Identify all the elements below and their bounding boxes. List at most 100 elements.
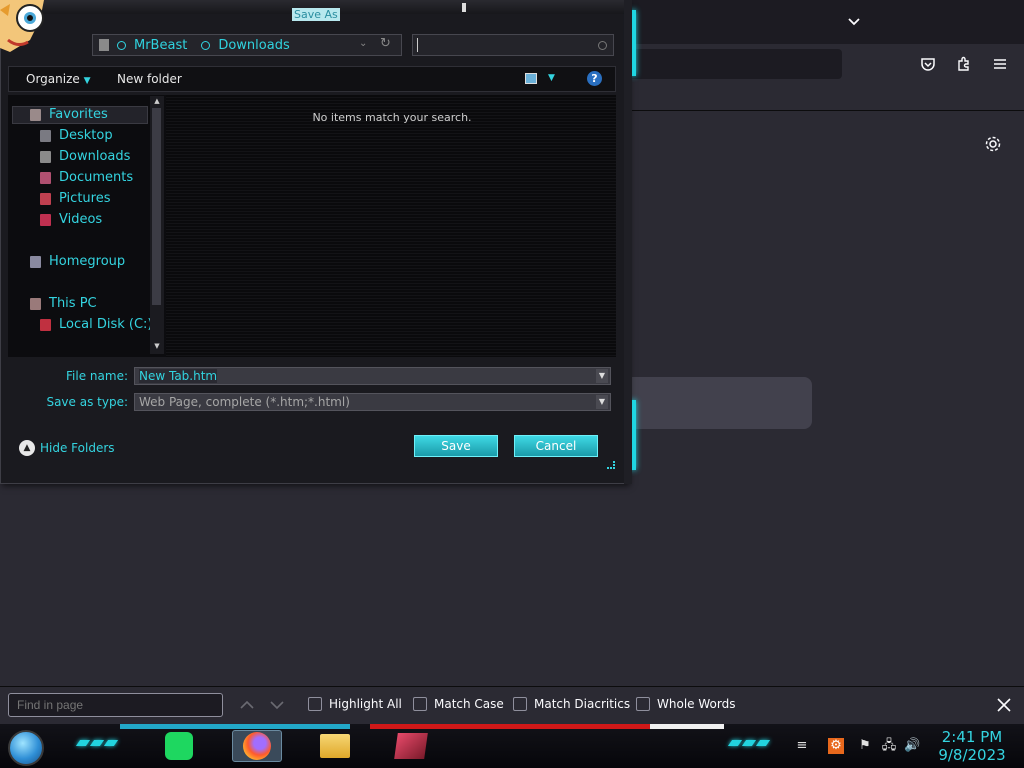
- hide-folders-label: Hide Folders: [40, 441, 115, 455]
- match-case-box: [413, 697, 427, 711]
- tray-flag-icon[interactable]: ⚑: [857, 738, 873, 754]
- tray-stripes-icon[interactable]: ≡: [794, 738, 810, 754]
- search-input[interactable]: [412, 34, 614, 56]
- hide-folders-button[interactable]: ▲ Hide Folders: [19, 440, 115, 456]
- save-as-type-dropdown-icon[interactable]: ▼: [596, 395, 608, 409]
- cancel-button[interactable]: Cancel: [514, 435, 598, 457]
- file-name-value: New Tab.htm: [139, 369, 218, 383]
- address-dropdown-chevron-icon[interactable]: ⌄: [359, 38, 367, 49]
- computer-icon: [30, 297, 41, 310]
- organize-button[interactable]: Organize ▼: [26, 72, 91, 86]
- save-button[interactable]: Save: [414, 435, 498, 457]
- taskbar-file-explorer-icon[interactable]: [310, 730, 360, 762]
- nav-downloads[interactable]: Downloads: [40, 149, 130, 164]
- nav-scroll-thumb[interactable]: [152, 108, 161, 305]
- search-card[interactable]: [630, 377, 812, 429]
- taskbar-firefox-icon[interactable]: [232, 730, 282, 762]
- disk-icon: [40, 318, 51, 331]
- tab-list-chevron-down-icon[interactable]: [844, 12, 864, 32]
- nav-desktop-label: Desktop: [59, 128, 113, 143]
- downloads-icon: [40, 150, 51, 163]
- videos-icon: [40, 213, 51, 226]
- match-diacritics-checkbox[interactable]: Match Diacritics: [513, 697, 630, 711]
- view-icon[interactable]: [525, 73, 537, 84]
- close-find-bar-close-icon[interactable]: [995, 696, 1013, 714]
- breadcrumb-downloads[interactable]: Downloads: [218, 38, 289, 53]
- file-name-label: File name:: [66, 369, 128, 383]
- breadcrumb-separator: [201, 40, 211, 50]
- firefox-logo: [243, 732, 271, 760]
- save-as-type-select[interactable]: Web Page, complete (*.htm;*.html) ▼: [134, 393, 611, 411]
- find-previous-up-arrow-icon[interactable]: [238, 697, 256, 713]
- tray-app-icon[interactable]: ⚙: [828, 738, 844, 754]
- clock-time: 2:41 PM: [941, 728, 1003, 746]
- dialog-title: Save As: [292, 8, 340, 21]
- favorites-star-icon: [30, 108, 41, 121]
- nav-videos-label: Videos: [59, 212, 103, 227]
- start-button[interactable]: [8, 730, 44, 766]
- nav-homegroup-label: Homegroup: [49, 254, 126, 269]
- clock-date: 9/8/2023: [938, 746, 1006, 764]
- mascot-avatar: [0, 0, 54, 56]
- whole-words-box: [636, 697, 650, 711]
- taskbar-clock[interactable]: 2:41 PM 9/8/2023: [932, 728, 1012, 764]
- find-next-down-arrow-icon[interactable]: [268, 697, 286, 713]
- folder-logo: [320, 734, 350, 758]
- pocket-icon[interactable]: [914, 50, 942, 78]
- command-bar: Organize ▼ New folder ▼ ?: [8, 66, 616, 92]
- match-diacritics-box: [513, 697, 527, 711]
- url-bar[interactable]: [630, 49, 842, 79]
- desktop-icon: [40, 129, 51, 142]
- taskbar-app-red-icon[interactable]: [386, 730, 436, 762]
- new-folder-button[interactable]: New folder: [117, 72, 182, 86]
- file-name-field[interactable]: New Tab.htm ▼: [134, 367, 611, 385]
- nav-documents[interactable]: Documents: [40, 170, 133, 185]
- file-name-dropdown-icon[interactable]: ▼: [596, 369, 608, 383]
- organize-dropdown-icon: ▼: [83, 76, 91, 86]
- pictures-icon: [40, 192, 51, 205]
- whole-words-checkbox[interactable]: Whole Words: [636, 697, 735, 711]
- address-bar[interactable]: MrBeast Downloads ⌄ ↻: [92, 34, 402, 56]
- settings-icon[interactable]: [979, 130, 1007, 158]
- spotify-logo: [165, 732, 193, 760]
- extensions-icon[interactable]: [950, 50, 978, 78]
- taskbar-spotify-icon[interactable]: [154, 730, 204, 762]
- file-list-pane[interactable]: [166, 95, 616, 357]
- nav-this-pc[interactable]: This PC: [30, 296, 97, 311]
- scroll-up-arrow-icon[interactable]: ▲: [152, 97, 162, 106]
- organize-label: Organize: [26, 72, 80, 86]
- search-icon[interactable]: [598, 41, 607, 50]
- empty-results-message: No items match your search.: [312, 111, 472, 124]
- nav-pictures[interactable]: Pictures: [40, 191, 110, 206]
- highlight-all-checkbox[interactable]: Highlight All: [308, 697, 402, 711]
- menu-icon[interactable]: [986, 50, 1014, 78]
- refresh-icon[interactable]: ↻: [380, 36, 391, 51]
- nav-desktop[interactable]: Desktop: [40, 128, 113, 143]
- nav-homegroup[interactable]: Homegroup: [30, 254, 125, 269]
- tray-network-icon[interactable]: 🖧: [881, 738, 897, 754]
- folder-icon: [99, 39, 109, 51]
- nav-local-disk[interactable]: Local Disk (C:): [40, 317, 152, 332]
- nav-favorites-label: Favorites: [49, 107, 108, 122]
- scroll-down-arrow-icon[interactable]: ▼: [152, 342, 162, 351]
- help-icon[interactable]: ?: [587, 71, 602, 86]
- whole-words-label: Whole Words: [657, 697, 736, 711]
- nav-videos[interactable]: Videos: [40, 212, 102, 227]
- match-case-checkbox[interactable]: Match Case: [413, 697, 504, 711]
- firefox-titlebar: [630, 0, 1024, 44]
- nav-favorites[interactable]: Favorites: [30, 107, 108, 122]
- find-in-page-input[interactable]: [8, 693, 223, 717]
- nav-local-disk-label: Local Disk (C:): [59, 317, 153, 332]
- resize-grip-icon[interactable]: [607, 461, 615, 469]
- save-as-type-label: Save as type:: [46, 395, 128, 409]
- titlebar-pin: [462, 3, 466, 12]
- tray-volume-icon[interactable]: 🔊: [904, 738, 920, 754]
- taskbar-stripe-red: [370, 724, 650, 729]
- match-case-label: Match Case: [434, 697, 504, 711]
- documents-icon: [40, 171, 51, 184]
- homegroup-icon: [30, 255, 41, 268]
- save-as-type-value: Web Page, complete (*.htm;*.html): [139, 395, 350, 409]
- collapse-up-icon: ▲: [19, 440, 35, 456]
- view-dropdown-icon[interactable]: ▼: [548, 73, 555, 83]
- breadcrumb-mrbeast[interactable]: MrBeast: [134, 38, 187, 53]
